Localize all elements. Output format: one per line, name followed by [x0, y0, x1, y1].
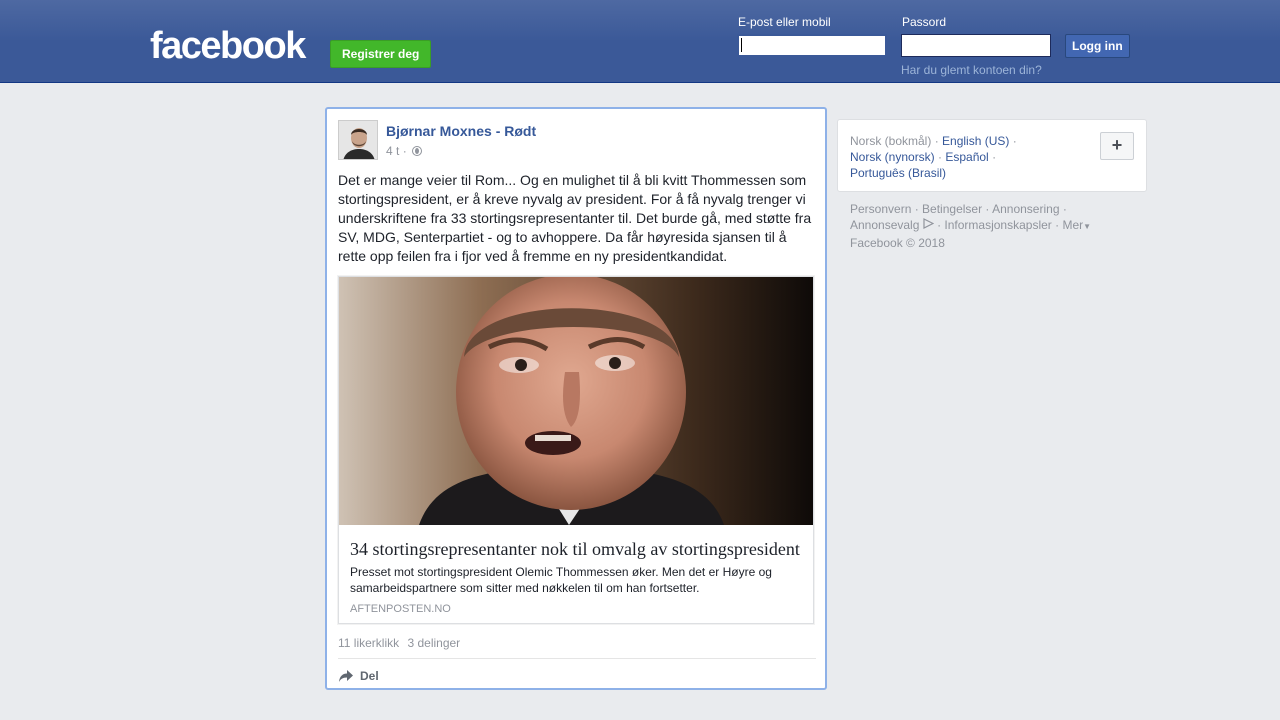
text-caret — [741, 38, 742, 52]
link-title[interactable]: 34 stortingsrepresentanter nok til omval… — [350, 538, 810, 560]
shares-count[interactable]: 3 delinger — [407, 636, 460, 650]
share-arrow-icon — [339, 670, 353, 682]
language-link[interactable]: Português (Brasil) — [850, 166, 946, 180]
share-label: Del — [360, 669, 379, 683]
language-selector: Norsk (bokmål) · English (US) · Norsk (n… — [837, 119, 1147, 192]
footer-link[interactable]: Personvern — [850, 202, 911, 216]
globe-icon — [412, 146, 423, 156]
language-link[interactable]: Norsk (nynorsk) — [850, 150, 935, 164]
post-meta: 4 t · — [386, 144, 423, 158]
forgot-account-link[interactable]: Har du glemt kontoen din? — [901, 63, 1042, 77]
reaction-counts: 11 likerklikk 3 delinger — [338, 636, 465, 650]
more-languages-button[interactable]: + — [1100, 132, 1134, 160]
portrait-photo — [339, 277, 813, 525]
chevron-down-icon[interactable]: ▼ — [1083, 222, 1091, 231]
login-button[interactable]: Logg inn — [1065, 34, 1130, 58]
language-link[interactable]: Español — [945, 150, 988, 164]
share-button[interactable]: Del — [338, 666, 379, 686]
register-button[interactable]: Registrer deg — [330, 40, 432, 68]
footer-links: Personvern · Betingelser · Annonsering ·… — [850, 202, 1092, 250]
language-list: Norsk (bokmål) · English (US) · Norsk (n… — [850, 134, 1017, 180]
post-card: Bjørnar Moxnes - Rødt 4 t · Det er mange… — [325, 107, 827, 690]
password-label: Passord — [902, 15, 947, 29]
author-avatar[interactable] — [338, 120, 378, 160]
footer-link[interactable]: Annonsering — [992, 202, 1059, 216]
link-preview[interactable]: 34 stortingsrepresentanter nok til omval… — [338, 276, 814, 624]
likes-count[interactable]: 11 likerklikk — [338, 636, 399, 650]
language-current: Norsk (bokmål) — [850, 134, 932, 148]
link-preview-image[interactable] — [339, 277, 813, 525]
email-input[interactable] — [737, 34, 887, 57]
post-text: Det er mange veier til Rom... Og en muli… — [338, 172, 812, 264]
facebook-logo[interactable]: facebook — [150, 26, 306, 66]
meta-separator: · — [402, 144, 407, 158]
footer-link[interactable]: Betingelser — [922, 202, 982, 216]
footer-link[interactable]: Annonsevalg — [850, 218, 919, 232]
copyright: Facebook © 2018 — [850, 236, 945, 250]
footer-link[interactable]: Mer — [1062, 218, 1083, 232]
post-time[interactable]: 4 t — [386, 144, 399, 158]
language-link[interactable]: English (US) — [942, 134, 1009, 148]
email-label: E-post eller mobil — [738, 15, 831, 29]
post-author[interactable]: Bjørnar Moxnes - Rødt — [386, 123, 536, 139]
ad-choices-icon[interactable] — [923, 218, 935, 229]
password-input[interactable] — [901, 34, 1051, 57]
action-divider — [338, 658, 816, 659]
avatar-portrait-icon — [339, 121, 377, 159]
top-bar: facebook Registrer deg E-post eller mobi… — [0, 0, 1280, 83]
link-description: Presset mot stortingspresident Olemic Th… — [350, 565, 772, 595]
link-domain: AFTENPOSTEN.NO — [350, 603, 451, 615]
footer-link[interactable]: Informasjonskapsler — [944, 218, 1051, 232]
